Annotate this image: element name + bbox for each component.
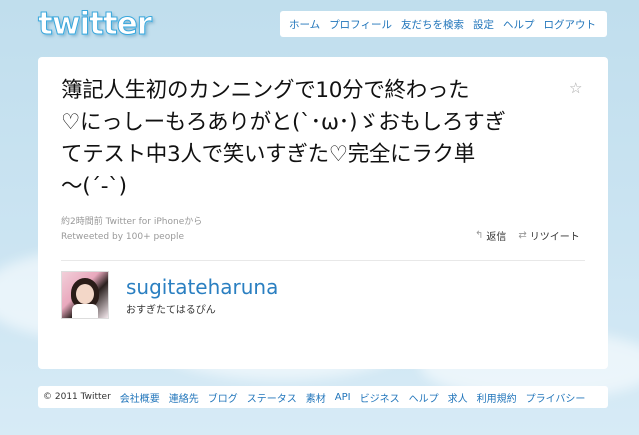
tweet-line: 簿記人生初のカンニングで10分で終わった [61, 78, 470, 103]
tweet-timestamp[interactable]: 約2時間前 Twitter for iPhoneから [61, 214, 202, 227]
user-display-name: おすぎたてはるぴん [126, 305, 216, 316]
reply-icon: ↰ [475, 230, 484, 241]
retweet-button[interactable]: ⇄ リツイート [518, 228, 579, 243]
copyright: © 2011 Twitter [43, 392, 111, 402]
tweet-card: 簿記人生初のカンニングで10分で終わった ♡にっしーもろありがと(`･ω･)ゞお… [38, 57, 608, 369]
reply-label: 返信 [486, 232, 507, 243]
footer-link-jobs[interactable]: 求人 [448, 390, 468, 405]
tweet-text: 簿記人生初のカンニングで10分で終わった ♡にっしーもろありがと(`･ω･)ゞお… [61, 75, 556, 203]
footer-link-about[interactable]: 会社概要 [120, 390, 160, 405]
retweet-label: リツイート [529, 232, 580, 243]
footer-link-privacy[interactable]: プライバシー [526, 390, 586, 405]
retweet-icon: ⇄ [518, 230, 527, 241]
tweet-line: ～(´-`) [61, 174, 127, 199]
tweet-line: ♡にっしーもろありがと(`･ω･)ゞおもしろすぎ [61, 110, 506, 135]
footer-link-help[interactable]: ヘルプ [409, 390, 439, 405]
footer-link-terms[interactable]: 利用規約 [477, 390, 517, 405]
footer-link-api[interactable]: API [335, 392, 351, 403]
nav-settings[interactable]: 設定 [473, 17, 494, 32]
tweet-actions: ↰ 返信 ⇄ リツイート [475, 228, 580, 243]
footer-link-status[interactable]: ステータス [247, 390, 297, 405]
footer-link-contact[interactable]: 連絡先 [169, 390, 199, 405]
nav-logout[interactable]: ログアウト [543, 17, 596, 32]
nav-profile[interactable]: プロフィール [329, 17, 392, 32]
top-navigation: ホーム プロフィール 友だちを検索 設定 ヘルプ ログアウト [280, 11, 607, 37]
star-icon[interactable]: ☆ [569, 79, 582, 97]
nav-help[interactable]: ヘルプ [503, 17, 535, 32]
twitter-logo[interactable]: twitter [37, 6, 152, 43]
footer: © 2011 Twitter 会社概要 連絡先 ブログ ステータス 素材 API… [38, 386, 608, 408]
tweet-line: てテスト中3人で笑いすぎた♡完全にラク単 [61, 142, 475, 167]
footer-link-blog[interactable]: ブログ [208, 390, 238, 405]
reply-button[interactable]: ↰ 返信 [475, 228, 506, 243]
footer-link-business[interactable]: ビジネス [360, 390, 400, 405]
footer-link-resources[interactable]: 素材 [306, 390, 326, 405]
divider [61, 260, 585, 261]
retweet-count[interactable]: Retweeted by 100+ people [61, 232, 184, 242]
screen-name-link[interactable]: sugitateharuna [126, 275, 278, 299]
nav-home[interactable]: ホーム [289, 17, 320, 32]
avatar[interactable] [61, 271, 109, 319]
nav-find-friends[interactable]: 友だちを検索 [401, 17, 464, 32]
